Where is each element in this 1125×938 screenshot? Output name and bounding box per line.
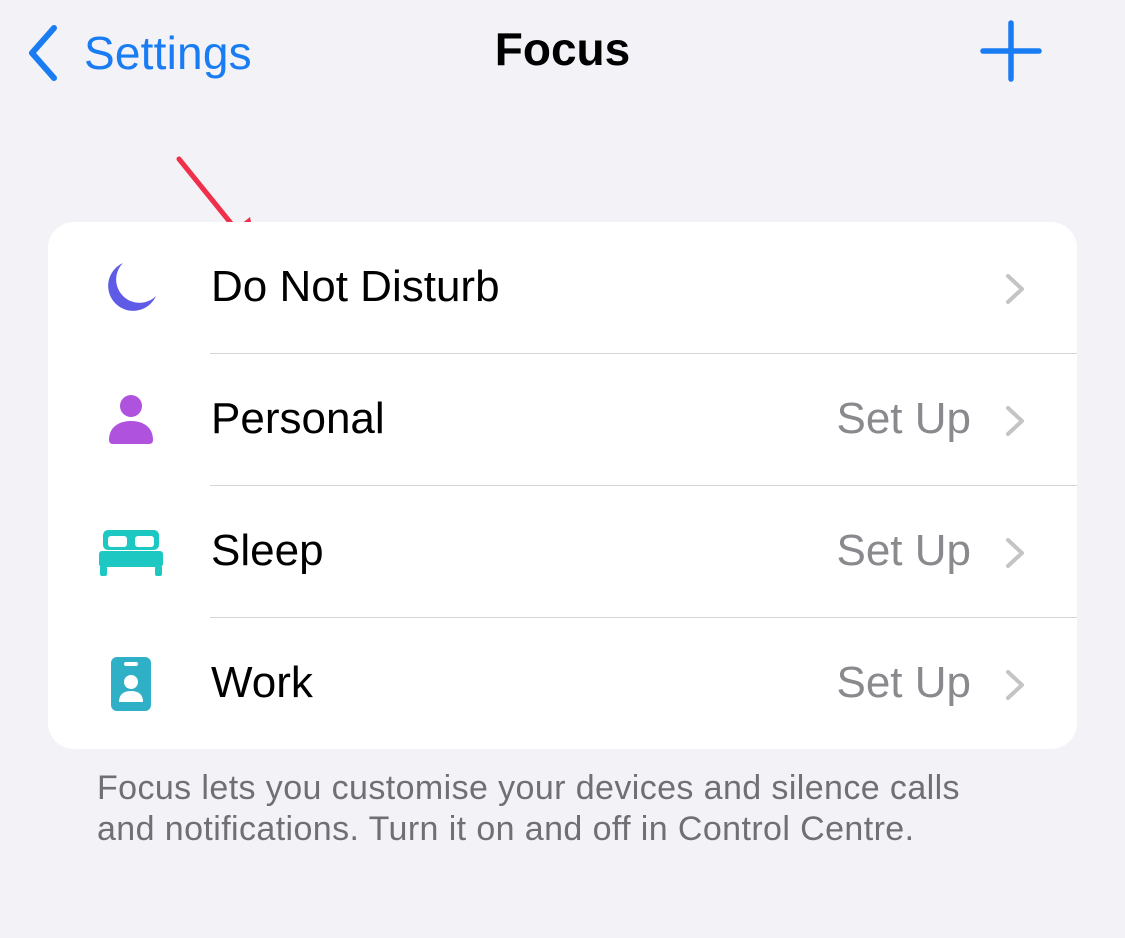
focus-item-status: Set Up: [836, 394, 971, 443]
moon-icon: [98, 257, 164, 319]
focus-item-label: Personal: [211, 394, 385, 443]
focus-item-status: Set Up: [836, 658, 971, 707]
person-icon: [98, 389, 164, 451]
focus-item-do-not-disturb[interactable]: Do Not Disturb: [48, 222, 1077, 353]
focus-item-label: Do Not Disturb: [211, 262, 500, 311]
navigation-bar: Settings Focus: [0, 0, 1125, 110]
page-title: Focus: [494, 23, 631, 75]
add-focus-button[interactable]: [980, 20, 1042, 82]
chevron-right-icon: [1004, 536, 1026, 575]
focus-description: Focus lets you customise your devices an…: [97, 769, 960, 848]
focus-item-work[interactable]: Work Set Up: [48, 618, 1077, 749]
id-badge-icon: [98, 653, 164, 715]
focus-item-status: Set Up: [836, 526, 971, 575]
focus-item-label: Sleep: [211, 526, 324, 575]
chevron-right-icon: [1004, 668, 1026, 707]
chevron-right-icon: [1004, 272, 1026, 311]
bed-icon: [98, 521, 164, 583]
focus-item-personal[interactable]: Personal Set Up: [48, 354, 1077, 485]
focus-item-label: Work: [211, 658, 313, 707]
plus-icon: [980, 20, 1042, 86]
chevron-right-icon: [1004, 404, 1026, 443]
focus-item-sleep[interactable]: Sleep Set Up: [48, 486, 1077, 617]
focus-modes-list: Do Not Disturb Personal Set Up Sleep Set…: [48, 222, 1077, 749]
